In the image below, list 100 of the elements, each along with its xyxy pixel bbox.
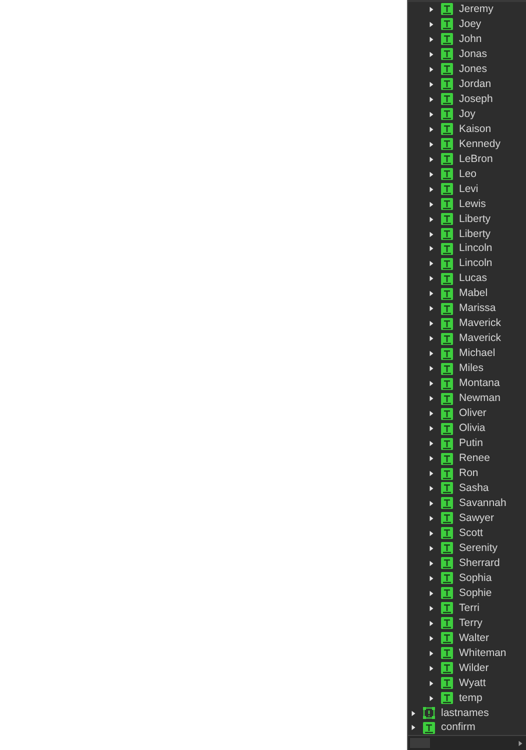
tree-item[interactable]: Terri [408,600,526,616]
tree-item[interactable]: Lucas [408,271,526,286]
expand-arrow-icon[interactable] [428,530,435,537]
tree-item[interactable]: Maverick [408,331,526,346]
tree-item[interactable]: Whiteman [408,646,526,661]
expand-arrow-icon[interactable] [428,110,435,118]
expand-arrow-icon[interactable] [428,216,435,223]
expand-arrow-icon[interactable] [428,140,435,148]
tree-item[interactable]: LeBron [408,152,526,167]
tree-item[interactable]: Marissa [408,301,526,316]
expand-arrow-icon[interactable] [428,484,435,492]
expand-arrow-icon[interactable] [428,604,435,612]
expand-arrow-icon[interactable] [428,260,435,268]
tree-item[interactable]: Joy [408,106,526,122]
expand-arrow-icon[interactable] [428,365,435,372]
expand-arrow-icon[interactable] [428,335,435,342]
expand-arrow-icon[interactable] [428,156,435,163]
expand-arrow-icon[interactable] [428,574,435,582]
tree-item[interactable]: Jonas [408,46,526,62]
tree-item[interactable]: Ron [408,466,526,481]
expand-arrow-icon[interactable] [428,20,435,28]
expand-arrow-icon[interactable] [428,126,435,133]
expand-arrow-icon[interactable] [428,634,435,642]
expand-arrow-icon[interactable] [428,380,435,388]
expand-arrow-icon[interactable] [428,320,435,328]
expand-arrow-icon[interactable] [428,66,435,73]
tree-item[interactable]: Levi [408,182,526,197]
expand-arrow-icon[interactable] [428,410,435,418]
tree-item[interactable]: Leo [408,166,526,182]
tree-item[interactable]: Wyatt [408,676,526,691]
expand-arrow-icon[interactable] [428,80,435,88]
tree-item[interactable]: Miles [408,361,526,376]
tree-item[interactable]: Maverick [408,316,526,332]
expand-arrow-icon[interactable] [428,290,435,298]
tree-item[interactable]: Kennedy [408,136,526,152]
expand-arrow-icon[interactable] [428,96,435,103]
expand-arrow-icon[interactable] [428,200,435,208]
expand-arrow-icon[interactable] [428,694,435,702]
expand-arrow-icon[interactable] [428,680,435,687]
expand-arrow-icon[interactable] [428,500,435,507]
tree-item[interactable]: Oliver [408,406,526,422]
tree-item[interactable]: confirm [408,720,526,735]
expand-arrow-icon[interactable] [428,650,435,657]
expand-arrow-icon[interactable] [428,544,435,552]
scroll-right-icon[interactable] [517,740,524,746]
expand-arrow-icon[interactable] [428,275,435,282]
tree-item[interactable]: Savannah [408,496,526,511]
expand-arrow-icon[interactable] [428,6,435,13]
tree-item[interactable]: Sawyer [408,510,526,526]
tree-item[interactable]: Jeremy [408,2,526,17]
tree-item[interactable]: Sophia [408,570,526,586]
tree-item[interactable]: Sherrard [408,556,526,571]
expand-arrow-icon[interactable] [428,36,435,43]
tree-item[interactable]: Liberty [408,226,526,242]
tree-item[interactable]: Serenity [408,540,526,556]
expand-arrow-icon[interactable] [428,470,435,478]
tree-item[interactable]: lastnames [408,706,526,720]
expand-arrow-icon[interactable] [428,305,435,312]
expand-arrow-icon[interactable] [428,590,435,597]
expand-arrow-icon[interactable] [428,230,435,238]
expand-arrow-icon[interactable] [428,620,435,627]
tree-item[interactable]: Mabel [408,286,526,302]
tree-item[interactable]: Joey [408,16,526,32]
tree-item[interactable]: Montana [408,376,526,392]
tree-item[interactable]: Newman [408,391,526,406]
expand-arrow-icon[interactable] [428,186,435,193]
tree-item[interactable]: Scott [408,526,526,541]
tree-item[interactable]: Sophie [408,586,526,601]
expand-arrow-icon[interactable] [428,440,435,448]
tree-item[interactable]: Lewis [408,196,526,212]
expand-arrow-icon[interactable] [410,710,417,717]
tree-item[interactable]: Putin [408,436,526,452]
expand-arrow-icon[interactable] [428,245,435,252]
tree-item[interactable]: Jordan [408,76,526,92]
tree-item[interactable]: Joseph [408,92,526,107]
expand-arrow-icon[interactable] [428,425,435,432]
tree-item[interactable]: Renee [408,451,526,466]
tree-item[interactable]: Kaison [408,122,526,137]
expand-arrow-icon[interactable] [428,50,435,58]
expand-arrow-icon[interactable] [428,455,435,462]
tree-item[interactable]: temp [408,690,526,706]
tree-item[interactable]: Terry [408,616,526,631]
tree-item[interactable]: Michael [408,346,526,362]
expand-arrow-icon[interactable] [428,664,435,672]
tree-item[interactable]: Lincoln [408,256,526,272]
tree-item[interactable]: Walter [408,630,526,646]
tree-item[interactable]: Olivia [408,421,526,436]
tree-item[interactable]: Sasha [408,481,526,496]
expand-arrow-icon[interactable] [428,170,435,178]
tree-item[interactable]: John [408,32,526,47]
tree-item[interactable]: Wilder [408,660,526,676]
tree-item[interactable]: Lincoln [408,242,526,256]
expand-arrow-icon[interactable] [428,395,435,402]
expand-arrow-icon[interactable] [428,560,435,567]
tree-item[interactable]: Jones [408,62,526,77]
expand-arrow-icon[interactable] [410,724,417,732]
tree-item[interactable]: Liberty [408,212,526,227]
expand-arrow-icon[interactable] [428,350,435,358]
expand-arrow-icon[interactable] [428,514,435,522]
horizontal-scrollbar[interactable] [408,735,526,750]
